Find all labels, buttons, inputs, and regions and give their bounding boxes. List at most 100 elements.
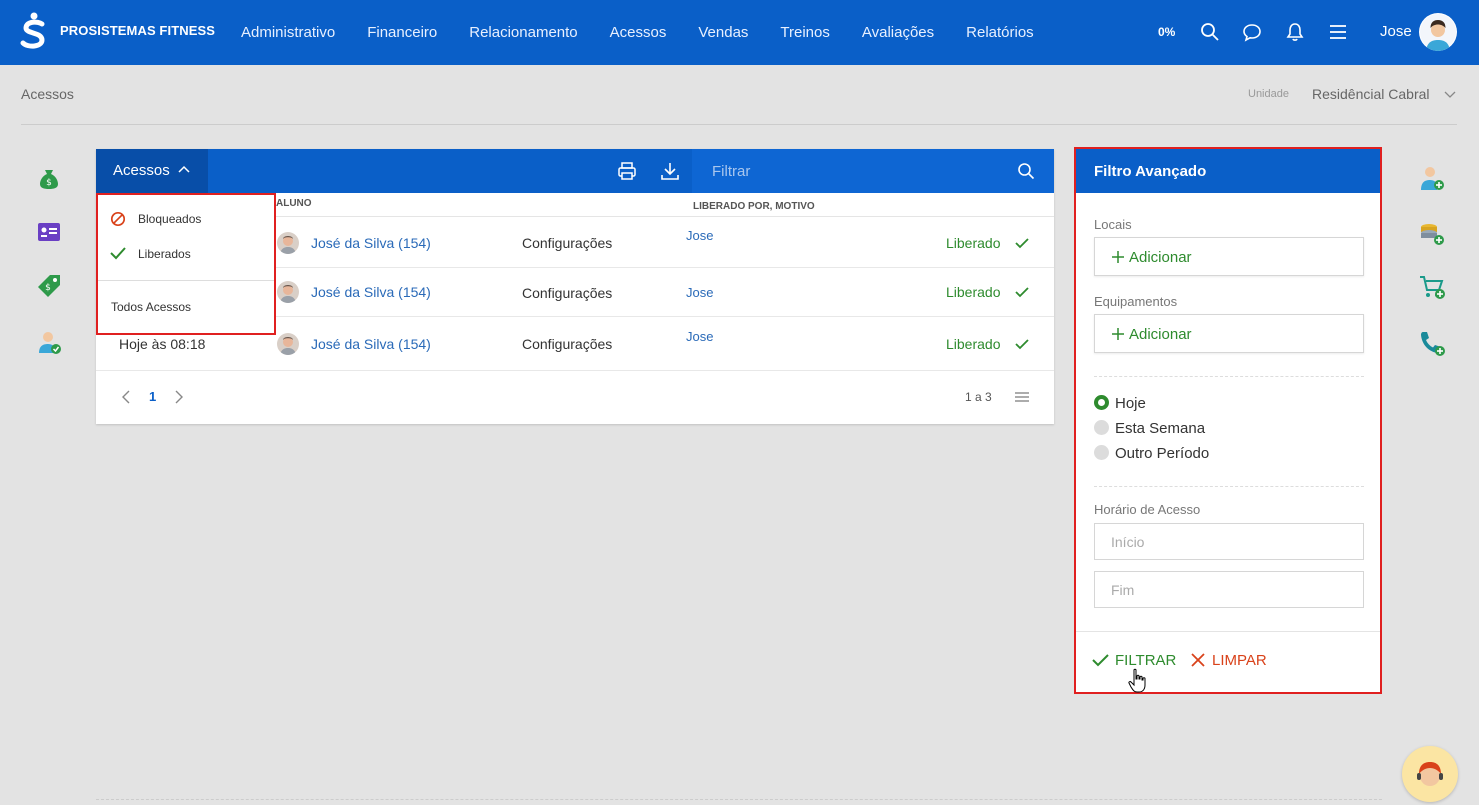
student-photo-icon — [280, 337, 296, 355]
chevron-right-icon[interactable] — [173, 390, 185, 404]
nav-administrativo[interactable]: Administrativo — [241, 24, 335, 41]
fim-input[interactable] — [1094, 571, 1364, 608]
header-divider — [21, 124, 1457, 125]
nav-acessos[interactable]: Acessos — [610, 24, 667, 41]
check-icon — [1015, 287, 1029, 298]
acessos-tab[interactable]: Acessos — [96, 149, 208, 193]
radio-esta-semana-label[interactable]: Esta Semana — [1115, 420, 1205, 437]
filter-input[interactable] — [692, 149, 1054, 193]
page-bottom-divider — [96, 799, 1382, 800]
equipamentos-label: Equipamentos — [1094, 294, 1178, 309]
user-avatar-icon — [1420, 14, 1456, 51]
support-agent-icon — [1417, 762, 1443, 786]
chevron-left-icon[interactable] — [120, 390, 132, 404]
add-phone-icon[interactable] — [1418, 329, 1446, 357]
svg-text:$: $ — [46, 178, 52, 188]
dropdown-divider — [98, 280, 274, 281]
add-user-icon[interactable] — [1418, 164, 1446, 192]
released-by-link[interactable]: Jose — [686, 285, 713, 300]
svg-text:$: $ — [45, 283, 51, 293]
limpar-button[interactable]: LIMPAR — [1190, 649, 1267, 671]
status-label: Liberado — [946, 284, 1001, 300]
nav-relacionamento[interactable]: Relacionamento — [469, 24, 577, 41]
user-avatar[interactable] — [1419, 13, 1457, 51]
print-icon[interactable] — [617, 161, 637, 181]
row-origin: Configurações — [522, 285, 613, 301]
logo-icon[interactable] — [18, 12, 48, 50]
list-options-icon[interactable] — [1015, 391, 1029, 403]
user-name[interactable]: Jose — [1380, 23, 1412, 40]
check-icon — [1015, 238, 1029, 249]
released-by-link[interactable]: Jose — [686, 329, 713, 344]
progress-indicator[interactable]: 0% — [1158, 25, 1175, 39]
column-liberado-por[interactable]: LIBERADO POR, MOTIVO — [693, 201, 815, 212]
money-bag-icon[interactable]: $ — [36, 165, 62, 191]
row-origin: Configurações — [522, 336, 613, 352]
hand-cursor-icon — [1128, 668, 1146, 693]
radio-outro-periodo-label[interactable]: Outro Período — [1115, 445, 1209, 462]
main-nav: Administrativo Financeiro Relacionamento… — [241, 0, 1066, 65]
column-aluno[interactable]: ALUNO — [276, 198, 312, 209]
radio-esta-semana[interactable] — [1094, 420, 1109, 435]
row-origin: Configurações — [522, 235, 613, 251]
unit-selector[interactable]: Residêncial Cabral — [1312, 86, 1430, 102]
breadcrumb: Acessos — [21, 86, 74, 102]
section-divider — [1094, 486, 1364, 487]
inicio-input[interactable] — [1094, 523, 1364, 560]
nav-treinos[interactable]: Treinos — [780, 24, 829, 41]
chat-icon[interactable] — [1242, 22, 1262, 42]
download-icon[interactable] — [660, 161, 680, 181]
nav-financeiro[interactable]: Financeiro — [367, 24, 437, 41]
status-label: Liberado — [946, 235, 1001, 251]
student-photo-icon — [280, 236, 296, 254]
status-label: Liberado — [946, 336, 1001, 352]
radio-hoje[interactable] — [1094, 395, 1109, 410]
advanced-filter-title: Filtro Avançado — [1076, 149, 1380, 193]
search-icon[interactable] — [1200, 22, 1220, 42]
dropdown-item-liberados[interactable]: Liberados — [138, 247, 191, 261]
add-equipamento-button[interactable]: Adicionar — [1094, 314, 1364, 353]
unit-label: Unidade — [1248, 88, 1289, 100]
student-avatar — [277, 281, 299, 303]
nav-avaliacoes[interactable]: Avaliações — [862, 24, 934, 41]
nav-relatorios[interactable]: Relatórios — [966, 24, 1034, 41]
search-icon[interactable] — [1017, 162, 1035, 180]
menu-icon[interactable] — [1328, 22, 1348, 42]
add-local-button[interactable]: Adicionar — [1094, 237, 1364, 276]
blocked-icon — [110, 211, 126, 227]
radio-outro-periodo[interactable] — [1094, 445, 1109, 460]
check-icon — [1092, 654, 1109, 667]
released-by-link[interactable]: Jose — [686, 228, 713, 243]
student-link[interactable]: José da Silva (154) — [311, 336, 431, 352]
student-link[interactable]: José da Silva (154) — [311, 235, 431, 251]
advanced-filter-panel: Filtro Avançado Locais Adicionar Equipam… — [1074, 147, 1382, 694]
add-coins-icon[interactable] — [1418, 219, 1446, 247]
dropdown-item-todos[interactable]: Todos Acessos — [111, 300, 191, 314]
chevron-up-icon — [178, 165, 190, 173]
chevron-down-icon[interactable] — [1444, 88, 1456, 100]
locais-label: Locais — [1094, 217, 1132, 232]
price-tag-icon[interactable]: $ — [36, 273, 62, 299]
bell-icon[interactable] — [1285, 22, 1305, 42]
radio-hoje-label[interactable]: Hoje — [1115, 395, 1146, 412]
top-navbar: PROSISTEMAS FITNESS Administrativo Finan… — [0, 0, 1479, 65]
support-chat-button[interactable] — [1402, 746, 1458, 802]
section-divider — [1094, 376, 1364, 377]
record-count: 1 a 3 — [965, 390, 992, 404]
brand-name: PROSISTEMAS FITNESS — [60, 23, 216, 38]
student-link[interactable]: José da Silva (154) — [311, 284, 431, 300]
user-check-icon[interactable] — [36, 329, 62, 355]
horario-label: Horário de Acesso — [1094, 502, 1201, 517]
acessos-tab-label: Acessos — [113, 162, 170, 179]
plus-icon — [1112, 251, 1124, 263]
id-card-icon[interactable] — [36, 219, 62, 245]
student-avatar — [277, 232, 299, 254]
page-number[interactable]: 1 — [149, 389, 156, 404]
acessos-dropdown: Bloqueados Liberados Todos Acessos — [96, 193, 276, 335]
card-header: Acessos — [96, 149, 1054, 193]
plus-icon — [1112, 328, 1124, 340]
add-cart-icon[interactable] — [1418, 273, 1446, 301]
nav-vendas[interactable]: Vendas — [698, 24, 748, 41]
dropdown-item-bloqueados[interactable]: Bloqueados — [138, 212, 201, 226]
check-icon — [110, 247, 126, 260]
